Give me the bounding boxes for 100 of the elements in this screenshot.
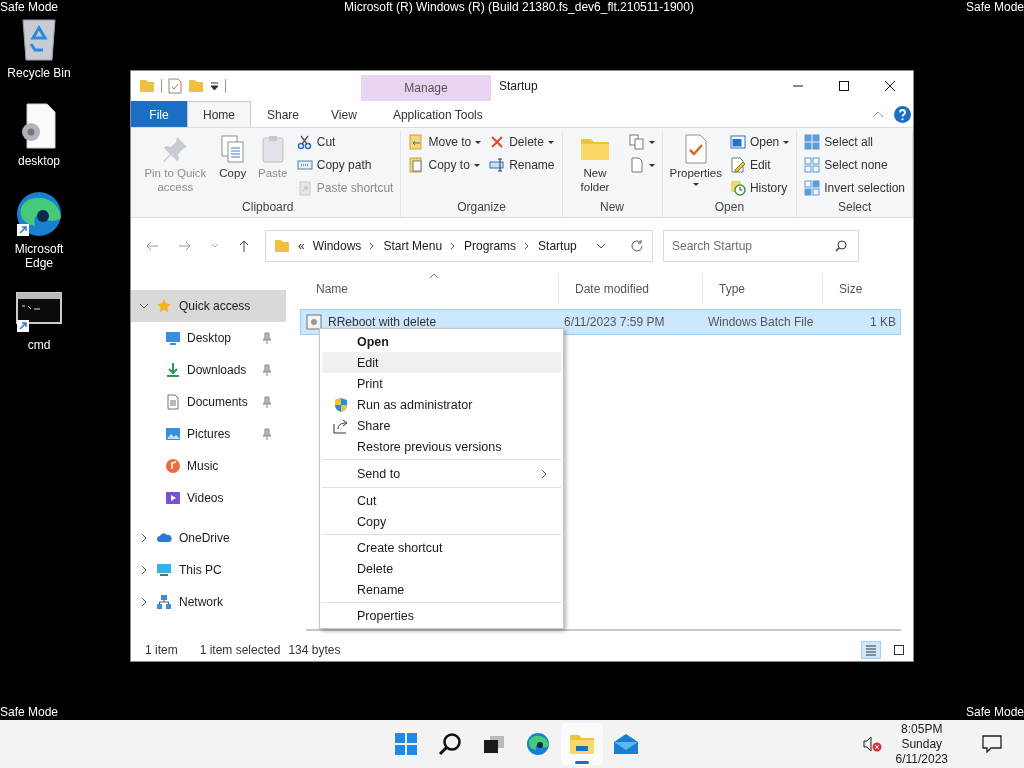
ribbon-tab[interactable]: View	[315, 101, 373, 127]
ribbon-button[interactable]: Move to	[405, 131, 485, 153]
ribbon-button[interactable]: Select none	[801, 154, 908, 176]
search-field[interactable]: Search Startup	[663, 230, 859, 262]
desktop-icon-label[interactable]: Recycle Bin	[7, 66, 71, 80]
menu-item[interactable]: Delete	[322, 558, 561, 579]
menu-item[interactable]: Rename	[322, 579, 561, 600]
ribbon-button[interactable]: Invert selection	[801, 177, 908, 199]
safe-mode-label: Safe Mode	[965, 705, 1024, 719]
details-view-button[interactable]	[861, 641, 881, 659]
documents-icon	[628, 134, 645, 150]
ribbon-tab[interactable]: Application Tools	[372, 101, 503, 127]
breadcrumb[interactable]: Windows	[312, 239, 362, 253]
refresh-icon[interactable]	[630, 239, 644, 253]
file-row[interactable]: RReboot with delete 6/11/2023 7:59 PM Windows Batch File 1 KB	[300, 309, 901, 335]
build-text: Microsoft (R) Windows (R) (Build 21380.fs_dev6_flt.210511-1900)	[344, 0, 694, 14]
ribbon-button[interactable]: Copy	[213, 131, 252, 200]
ribbon-button[interactable]: Edit	[726, 154, 793, 176]
table-cell-text: Windows Batch File	[707, 315, 815, 329]
customize-caret-icon[interactable]	[210, 81, 219, 91]
forward-arrow-icon[interactable]	[178, 240, 192, 252]
chevron-down-icon[interactable]	[139, 301, 149, 311]
menu-item[interactable]: Properties	[322, 605, 561, 626]
ribbon-tab[interactable]: File	[131, 101, 187, 127]
menu-item[interactable]: Run as administrator	[322, 394, 561, 415]
navigation-item[interactable]: Network	[131, 586, 286, 618]
navigation-item[interactable]: Pictures	[131, 418, 286, 450]
column-header[interactable]: Name	[300, 274, 559, 304]
menu-item[interactable]: Copy	[322, 511, 561, 532]
ribbon-button[interactable]: Delete	[486, 131, 558, 153]
address-bar[interactable]: « Windows Start Menu Programs Startup	[265, 230, 653, 262]
navigation-item[interactable]: Desktop	[131, 322, 286, 354]
chevron-right-icon[interactable]	[139, 597, 149, 607]
navigation-item[interactable]: Music	[131, 450, 286, 482]
ribbon-button[interactable]: Cut	[293, 131, 397, 153]
gear-file-icon[interactable]	[19, 102, 59, 150]
search-icon	[835, 240, 847, 252]
menu-item[interactable]: Create shortcut	[322, 537, 561, 558]
column-header[interactable]: Type	[703, 274, 823, 304]
up-arrow-icon[interactable]	[238, 239, 250, 253]
taskbar-folder-button[interactable]	[561, 723, 603, 765]
ribbon-button[interactable]: History	[726, 177, 793, 199]
item-count: 1 item	[145, 643, 178, 657]
console-icon[interactable]	[16, 292, 62, 334]
navigation-item[interactable]: Downloads	[131, 354, 286, 386]
menu-item[interactable]: Print	[322, 373, 561, 394]
desktop-icon-label[interactable]: cmd	[27, 338, 51, 352]
monitor-icon	[156, 562, 172, 578]
overflow-marker[interactable]: «	[298, 239, 305, 253]
menu-item[interactable]: Share	[322, 415, 561, 436]
chevron-right-icon[interactable]	[139, 565, 149, 575]
safe-mode-label: Safe Mode	[965, 0, 1024, 14]
clock-time[interactable]: 8:05PM	[901, 721, 943, 737]
collapse-ribbon-icon[interactable]	[872, 110, 884, 118]
dropdown-caret-icon[interactable]	[596, 241, 606, 251]
network-icon	[156, 594, 172, 610]
menu-item[interactable]: Send to	[322, 462, 561, 485]
clock-date[interactable]: 6/11/2023	[895, 751, 948, 767]
breadcrumb[interactable]: Startup	[538, 239, 577, 253]
ribbon-tab[interactable]: Share	[251, 101, 316, 127]
ribbon-button[interactable]: Copy path	[293, 154, 397, 176]
ribbon-button[interactable]: Copy to	[405, 154, 485, 176]
ribbon-button[interactable]: Open	[726, 131, 793, 153]
checked-document-icon[interactable]	[168, 78, 182, 94]
navigation-item[interactable]: Quick access	[131, 290, 286, 322]
ribbon-button[interactable]: Properties	[666, 131, 725, 200]
folder-icon	[569, 732, 595, 756]
column-header[interactable]: Size	[823, 274, 899, 304]
table-cell-text: 1 KB	[869, 315, 897, 329]
safe-mode-label: Safe Mode	[0, 705, 59, 719]
scissors-icon	[296, 134, 313, 150]
column-header[interactable]: Date modified	[559, 274, 703, 304]
menu-item[interactable]: Restore previous versions	[322, 436, 561, 457]
clock-day[interactable]: Sunday	[901, 736, 943, 752]
speaker-muted-icon[interactable]	[861, 736, 882, 752]
share-icon	[332, 417, 349, 434]
navigation-item[interactable]: This PC	[131, 554, 286, 586]
notification-icon[interactable]	[982, 735, 1002, 753]
ribbon-tab[interactable]: Home	[187, 101, 251, 127]
menu-item[interactable]: Edit	[322, 352, 561, 373]
help-icon[interactable]	[894, 105, 911, 123]
breadcrumb[interactable]: Start Menu	[383, 239, 443, 253]
menu-item[interactable]: Cut	[322, 490, 561, 511]
browser-icon[interactable]	[15, 190, 63, 238]
desktop-icon-label[interactable]: desktop	[18, 154, 60, 168]
navigation-item[interactable]: OneDrive	[131, 522, 286, 554]
breadcrumb[interactable]: Programs	[464, 239, 517, 253]
ribbon-button[interactable]: Rename	[486, 154, 558, 176]
horizontal-scrollbar[interactable]	[306, 629, 901, 631]
table-cell-text: 6/11/2023 7:59 PM	[563, 315, 666, 329]
envelope-icon	[613, 733, 639, 755]
back-arrow-icon[interactable]	[145, 240, 159, 252]
chevron-right-icon[interactable]	[139, 533, 149, 543]
ribbon-button[interactable]: New folder	[566, 131, 624, 200]
desktop-icon-label[interactable]: Microsoft Edge	[0, 242, 78, 270]
ribbon-button[interactable]: Select all	[801, 131, 908, 153]
navigation-item[interactable]: Documents	[131, 386, 286, 418]
chevron-right-icon	[369, 242, 376, 250]
chevron-right-icon	[524, 242, 531, 250]
navigation-item[interactable]: Videos	[131, 482, 286, 514]
